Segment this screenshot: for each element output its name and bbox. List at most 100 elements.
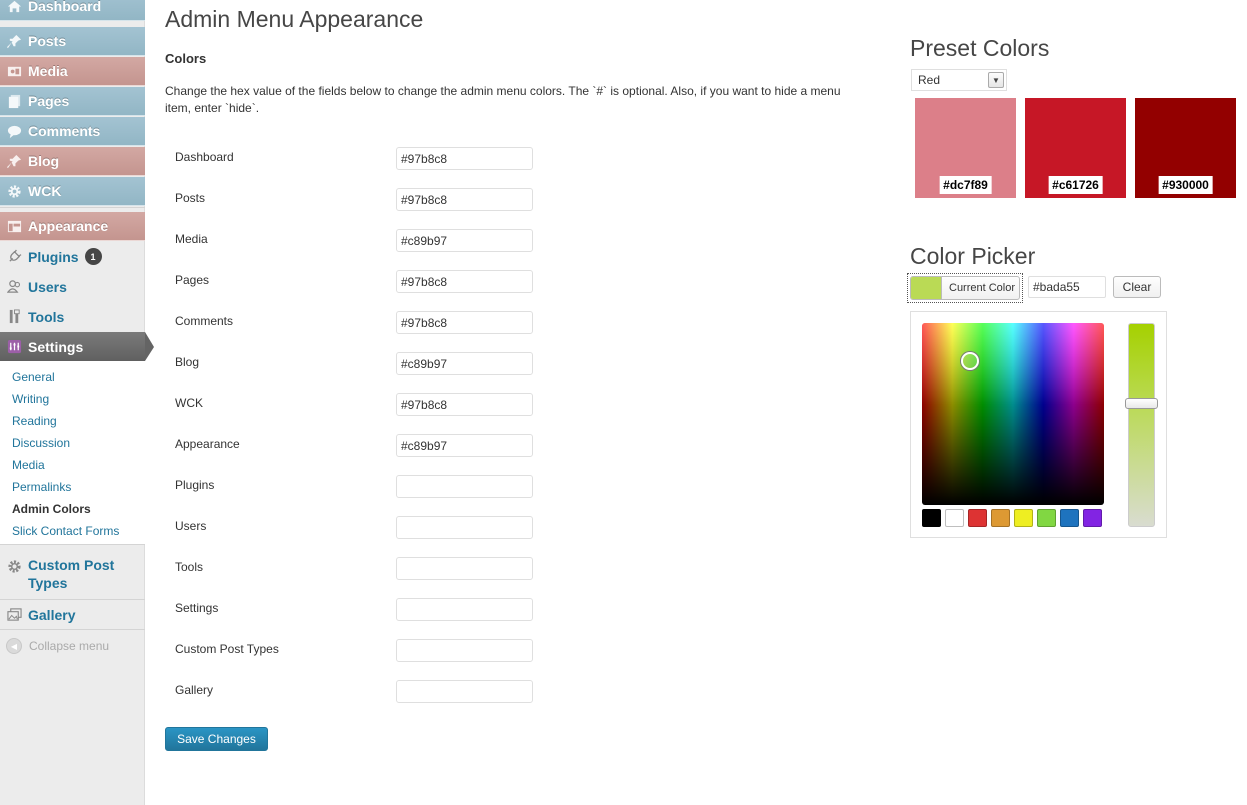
field-row-media: Media — [175, 229, 535, 253]
menu-item-custom-post-types[interactable]: Custom Post Types — [0, 556, 145, 596]
submenu-slick-contact-forms[interactable]: Slick Contact Forms — [12, 524, 119, 538]
gallery-color-input[interactable] — [396, 680, 533, 703]
users-icon — [6, 279, 22, 295]
menu-label: Plugins — [28, 248, 79, 265]
chevron-down-icon: ▼ — [988, 72, 1004, 88]
blog-color-input[interactable] — [396, 352, 533, 375]
submenu-admin-colors[interactable]: Admin Colors — [12, 502, 91, 516]
preset-colors-title: Preset Colors — [910, 35, 1050, 61]
menu-item-wck[interactable]: WCK — [0, 177, 145, 206]
field-row-custom-post-types: Custom Post Types — [175, 639, 535, 663]
appearance-color-input[interactable] — [396, 434, 533, 457]
color-picker-handle[interactable] — [961, 352, 979, 370]
users-color-input[interactable] — [396, 516, 533, 539]
current-color-label: Current Color — [949, 282, 1016, 294]
saturation-value-area[interactable] — [922, 323, 1104, 505]
menu-item-pages[interactable]: Pages — [0, 87, 145, 116]
color-picker-title: Color Picker — [910, 243, 1036, 269]
appearance-icon — [6, 218, 22, 234]
save-changes-button[interactable]: Save Changes — [165, 727, 268, 751]
settings-color-input[interactable] — [396, 598, 533, 621]
field-row-gallery: Gallery — [175, 680, 535, 704]
menu-label: Appearance — [28, 218, 109, 234]
field-label: Dashboard — [175, 150, 234, 164]
menu-item-plugins[interactable]: Plugins 1 — [0, 242, 145, 271]
field-label: Settings — [175, 601, 219, 615]
menu-separator — [0, 629, 145, 630]
palette-swatch[interactable] — [991, 509, 1010, 527]
palette-swatch[interactable] — [945, 509, 964, 527]
menu-label: Comments — [28, 123, 101, 139]
menu-label: Tools — [28, 308, 65, 325]
media-color-input[interactable] — [396, 229, 533, 252]
menu-item-users[interactable]: Users — [0, 272, 145, 301]
menu-item-appearance[interactable]: Appearance — [0, 212, 145, 241]
plugins-color-input[interactable] — [396, 475, 533, 498]
menu-item-posts[interactable]: Posts — [0, 27, 145, 56]
submenu-discussion[interactable]: Discussion — [12, 436, 70, 450]
dashboard-color-input[interactable] — [396, 147, 533, 170]
submenu-permalinks[interactable]: Permalinks — [12, 480, 71, 494]
hue-slider[interactable] — [1128, 323, 1155, 527]
settings-icon — [6, 339, 22, 355]
swatch-hex-label: #930000 — [1158, 176, 1213, 194]
palette-swatch[interactable] — [1060, 509, 1079, 527]
submenu-media[interactable]: Media — [12, 458, 45, 472]
page-title: Admin Menu Appearance — [165, 6, 424, 32]
palette-swatch[interactable] — [968, 509, 987, 527]
preset-swatch[interactable]: #dc7f89 — [915, 98, 1016, 198]
menu-label: Posts — [28, 33, 67, 49]
custom-post-types-color-input[interactable] — [396, 639, 533, 662]
menu-label: Dashboard — [28, 0, 102, 14]
preset-select[interactable]: Red ▼ — [911, 69, 1007, 91]
gallery-icon — [6, 607, 22, 623]
posts-color-input[interactable] — [396, 188, 533, 211]
menu-item-media[interactable]: Media — [0, 57, 145, 86]
wck-color-input[interactable] — [396, 393, 533, 416]
menu-label: Pages — [28, 93, 70, 109]
gear-icon — [6, 183, 22, 199]
hue-slider-handle[interactable] — [1125, 398, 1158, 409]
field-label: WCK — [175, 396, 203, 410]
menu-item-comments[interactable]: Comments — [0, 117, 145, 146]
comments-color-input[interactable] — [396, 311, 533, 334]
tools-icon — [6, 309, 22, 325]
menu-item-settings[interactable]: Settings — [0, 332, 154, 361]
palette-swatch[interactable] — [1037, 509, 1056, 527]
preset-swatch[interactable]: #c61726 — [1025, 98, 1126, 198]
submenu-writing[interactable]: Writing — [12, 392, 49, 406]
field-label: Plugins — [175, 478, 215, 492]
menu-item-dashboard[interactable]: Dashboard — [0, 0, 145, 21]
swatch-hex-label: #dc7f89 — [939, 176, 992, 194]
collapse-menu-button[interactable]: ◀ Collapse menu — [6, 638, 109, 654]
clear-button[interactable]: Clear — [1113, 276, 1161, 298]
field-row-dashboard: Dashboard — [175, 147, 535, 171]
field-label: Posts — [175, 191, 206, 205]
menu-separator — [0, 207, 145, 208]
admin-sidebar: Dashboard Posts Media Pages Comments Blo… — [0, 0, 154, 805]
menu-item-blog[interactable]: Blog — [0, 147, 145, 176]
menu-label: Users — [28, 278, 67, 295]
current-color-button[interactable]: Current Color — [907, 273, 1023, 303]
settings-submenu: General Writing Reading Discussion Media… — [0, 361, 145, 545]
palette-swatch[interactable] — [1083, 509, 1102, 527]
hex-color-input[interactable] — [1028, 276, 1106, 298]
collapse-label: Collapse menu — [29, 639, 110, 653]
menu-label: Custom Post Types — [28, 557, 115, 591]
tools-color-input[interactable] — [396, 557, 533, 580]
menu-label: Blog — [28, 153, 60, 169]
preset-swatch[interactable]: #930000 — [1135, 98, 1236, 198]
collapse-arrow-icon: ◀ — [6, 638, 22, 654]
submenu-general[interactable]: General — [12, 370, 55, 384]
palette-swatch[interactable] — [1014, 509, 1033, 527]
submenu-reading[interactable]: Reading — [12, 414, 57, 428]
plug-icon — [6, 249, 22, 265]
field-row-appearance: Appearance — [175, 434, 535, 458]
menu-item-gallery[interactable]: Gallery — [0, 600, 145, 629]
pages-color-input[interactable] — [396, 270, 533, 293]
palette-swatch[interactable] — [922, 509, 941, 527]
current-color-chip — [911, 277, 942, 299]
pushpin-icon — [6, 33, 22, 49]
menu-item-tools[interactable]: Tools — [0, 302, 145, 331]
section-description: Change the hex value of the fields below… — [165, 84, 841, 115]
